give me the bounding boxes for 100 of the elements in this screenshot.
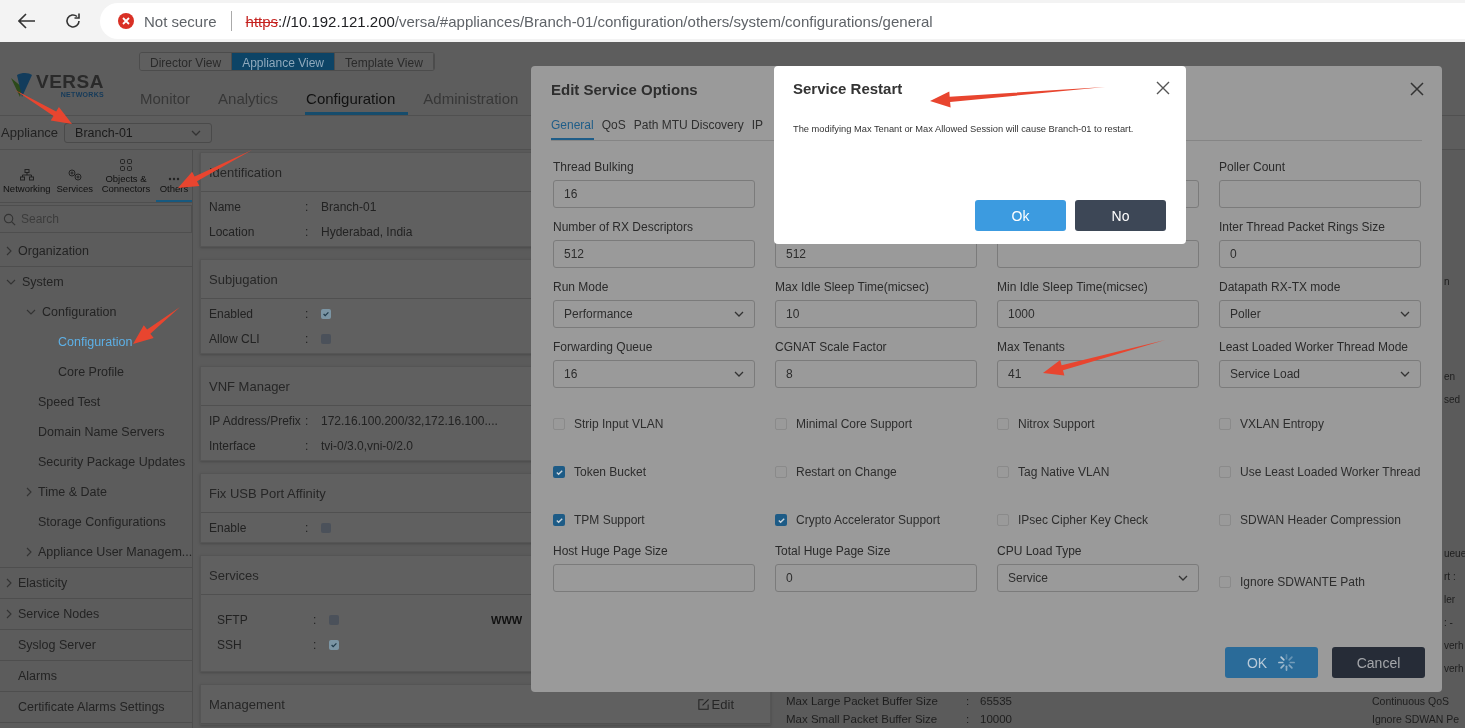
field-separator: : [313,612,318,627]
input-field[interactable]: 10 [775,300,977,328]
field-label: Thread Bulking [553,160,634,176]
input-field[interactable]: 0 [775,564,977,592]
close-icon[interactable] [1156,81,1170,95]
tree-item[interactable]: Storage Configurations [0,507,192,537]
field-label: SFTP [217,612,249,627]
field-label: Allow CLI [209,331,261,346]
field-label: Datapath RX-TX mode [1219,280,1341,296]
select-field[interactable]: 16 [553,360,755,388]
network-icon [19,169,34,182]
field-label: Name [209,199,242,214]
input-field[interactable]: 8 [775,360,977,388]
checkbox[interactable] [553,466,565,478]
field-value: 172.16.100.200/32,172.16.100.... [321,413,498,428]
field-separator: : [305,306,310,321]
card-title: Management [209,696,285,712]
tree-item[interactable]: Configuration [0,327,192,357]
tree-item[interactable]: Time & Date [0,477,192,507]
error-icon [118,13,134,29]
chevron-icon [6,609,12,619]
sidebar-tab[interactable]: Services [53,150,96,202]
field-label: Location [209,224,256,239]
field-label: Continuous QoS [1372,694,1451,708]
field-label: verh [1444,639,1465,653]
tree-item[interactable]: Organization [0,236,192,266]
chevron-icon [734,311,744,317]
tree-item[interactable]: System [0,267,192,297]
field-value: Branch-01 [321,199,377,214]
field-label: IP Address/Prefix [209,413,302,428]
tree-item[interactable]: Core Profile [0,357,192,387]
checkbox-label: VXLAN Entropy [1240,417,1325,431]
checkbox-label: IPsec Cipher Key Check [1018,513,1149,527]
checkbox[interactable] [329,639,339,650]
edit-icon [696,697,710,711]
input-field[interactable]: 512 [553,240,755,268]
view-tab[interactable]: Appliance View [232,53,335,70]
chevron-icon [1400,371,1410,377]
edit-button[interactable]: Edit [696,696,734,712]
tree-item[interactable]: Speed Test [0,387,192,417]
appliance-select[interactable]: Branch-01 [64,122,213,143]
card-title: Subjugation [209,271,278,287]
tree-item[interactable]: Domain Name Servers [0,417,192,447]
tree-item[interactable]: Certificate Alarms Settings [0,692,192,722]
field-label: Interface [209,438,257,453]
tree-item[interactable]: Elasticity [0,568,192,598]
field-label: WWW [491,613,523,626]
field-label: ueue [1444,547,1465,561]
field-label: Max Small Packet Buffer Size [786,712,939,726]
no-button[interactable]: No [1075,200,1166,231]
dialog-title: Edit Service Options [551,80,698,98]
checkbox-label: Ignore SDWANTE Path [1240,575,1365,589]
sidebar-tab[interactable]: Objects & Connectors [95,150,156,202]
ok-button[interactable]: OK [1225,647,1318,678]
field-separator: : [305,520,310,535]
input-field[interactable] [1219,180,1421,208]
tree-item[interactable]: Alarms [0,661,192,691]
chevron-icon [6,578,12,588]
sidebar-tab[interactable]: Networking [0,150,54,202]
ok-button[interactable]: Ok [975,200,1066,231]
tree-item[interactable]: Service Nodes [0,599,192,629]
card-title: Fix USB Port Affinity [209,485,326,501]
chevron-icon [6,279,16,285]
tree-item[interactable]: Appliance User Managem... [0,537,192,567]
select-field[interactable]: Service Load [1219,360,1421,388]
field-label: Total Huge Page Size [775,544,891,560]
input-field[interactable]: 0 [1219,240,1421,268]
field-label: verh [1444,662,1465,676]
tree-item[interactable]: Security Package Updates [0,447,192,477]
search-icon [3,212,16,226]
chevron-icon [26,487,32,497]
field-separator: : [305,331,310,346]
field-separator: : [305,199,310,214]
checkbox-label: Tag Native VLAN [1018,465,1110,479]
field-label: Max Tenants [997,340,1065,356]
dialog-tab[interactable]: IP [751,114,764,140]
select-field[interactable]: Poller [1219,300,1421,328]
select-field[interactable]: Performance [553,300,755,328]
tree-item[interactable]: Syslog Server [0,630,192,660]
input-field[interactable]: 1000 [997,300,1199,328]
dialog-tab[interactable]: Path MTU Discovery [633,114,744,140]
field-separator: : [966,694,971,708]
logo-icon [9,71,33,98]
address-bar[interactable]: Not secure https://10.192.121.200/versa/#appliances/Branch-01/configuration/others/system/configurations/general [100,3,1465,39]
cancel-button[interactable]: Cancel [1332,647,1425,678]
dialog-tab[interactable]: General [551,114,594,140]
field-separator: : [305,438,310,453]
input-field[interactable]: 16 [553,180,755,208]
select-field[interactable]: Service [997,564,1199,592]
checkbox[interactable] [321,308,331,319]
checkbox[interactable] [553,514,565,526]
input-field[interactable] [553,564,755,592]
field-label: Inter Thread Packet Rings Size [1219,220,1385,236]
input-field[interactable]: 41 [997,360,1199,388]
close-icon[interactable] [1410,82,1424,96]
field-separator: : [313,637,318,652]
dialog-tab[interactable]: QoS [601,114,626,140]
checkbox[interactable] [775,514,787,526]
checkbox-label: TPM Support [574,513,645,527]
field-label: Max Large Packet Buffer Size [786,694,939,708]
